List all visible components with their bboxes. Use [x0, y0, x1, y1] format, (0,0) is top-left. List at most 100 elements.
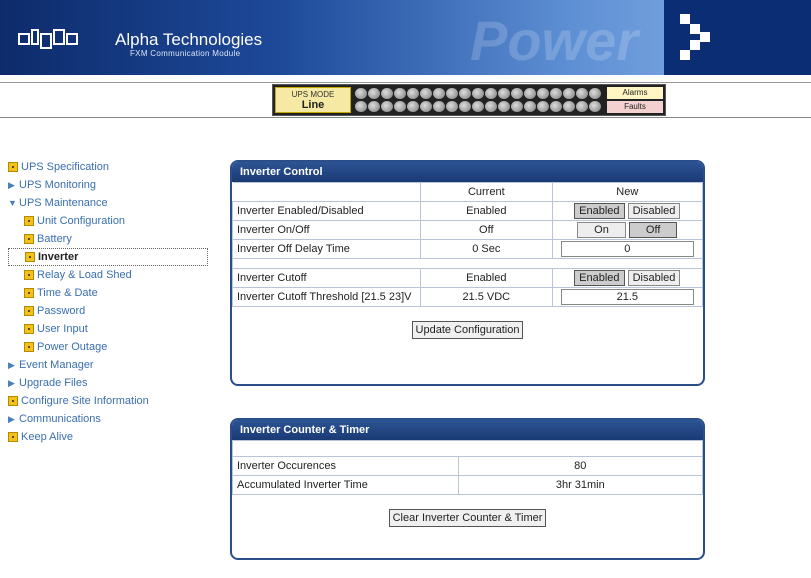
row-label: Inverter Cutoff Threshold [21.5 23]V — [232, 287, 421, 307]
nav-configure-site-information[interactable]: Configure Site Information — [8, 392, 218, 410]
row-value: 3hr 31min — [457, 475, 703, 495]
action-bar: Update Configuration — [232, 307, 703, 353]
row-label: Inverter On/Off — [232, 220, 421, 240]
status-led — [368, 101, 380, 112]
row-value: 80 — [457, 456, 703, 476]
status-led — [524, 101, 536, 112]
disabled-button[interactable]: Disabled — [627, 270, 681, 286]
new-value-cell: 21.5 — [551, 287, 703, 307]
status-led — [537, 101, 549, 112]
expand-arrow-icon: ▶ — [8, 413, 15, 424]
disabled-button[interactable]: Disabled — [627, 203, 681, 219]
inverter-control-table: Current New Inverter Enabled/Disabled En… — [232, 182, 703, 307]
current-value: Off — [420, 220, 553, 240]
status-led — [420, 101, 432, 112]
status-led — [394, 101, 406, 112]
document-icon — [24, 324, 34, 334]
clear-inverter-counter-button[interactable]: Clear Inverter Counter & Timer — [388, 509, 547, 527]
status-led — [485, 101, 497, 112]
status-led — [459, 101, 471, 112]
col-new-header: New — [551, 182, 703, 202]
status-led — [446, 101, 458, 112]
status-led — [576, 88, 588, 99]
document-icon — [24, 342, 34, 352]
nav-upgrade-files[interactable]: ▶ Upgrade Files — [8, 374, 218, 392]
expand-arrow-icon: ▶ — [8, 377, 15, 388]
enabled-button[interactable]: Enabled — [574, 270, 625, 286]
inverter-control-title: Inverter Control — [232, 162, 703, 182]
brand-name: Alpha Technologies — [115, 30, 263, 49]
ups-mode-indicator: UPS MODE Line — [275, 87, 351, 113]
update-configuration-button[interactable]: Update Configuration — [411, 321, 524, 339]
nav-power-outage[interactable]: Power Outage — [8, 338, 218, 356]
nav-ups-maintenance[interactable]: ▼ UPS Maintenance — [8, 194, 218, 212]
nav-communications[interactable]: ▶ Communications — [8, 410, 218, 428]
status-led — [550, 88, 562, 99]
cutoff-toggle: Enabled Disabled — [551, 268, 703, 288]
header-rule — [0, 75, 811, 83]
nav-ups-monitoring[interactable]: ▶ UPS Monitoring — [8, 176, 218, 194]
status-led — [355, 101, 367, 112]
table-row: Inverter Cutoff Threshold [21.5 23]V 21.… — [232, 287, 703, 307]
status-led — [355, 88, 367, 99]
status-led — [407, 101, 419, 112]
status-led — [459, 88, 471, 99]
led-row — [355, 100, 605, 113]
status-led — [420, 88, 432, 99]
collapse-arrow-icon: ▼ — [8, 198, 17, 208]
header-banner: Alpha Technologies FXM Communication Mod… — [0, 0, 811, 75]
nav-keep-alive[interactable]: Keep Alive — [8, 428, 218, 446]
nav-time-date[interactable]: Time & Date — [8, 284, 218, 302]
nav-unit-configuration[interactable]: Unit Configuration — [8, 212, 218, 230]
divider — [0, 117, 811, 118]
table-row: Inverter Off Delay Time 0 Sec 0 — [232, 239, 703, 259]
status-led — [589, 101, 601, 112]
document-icon — [25, 252, 35, 262]
col-current-header: Current — [420, 182, 553, 202]
off-button[interactable]: Off — [628, 222, 678, 238]
chevron-logo — [664, 0, 811, 75]
inverter-counter-title: Inverter Counter & Timer — [232, 420, 703, 440]
status-led-grid — [355, 87, 605, 113]
nav-password[interactable]: Password — [8, 302, 218, 320]
new-value-cell: 0 — [551, 239, 703, 259]
enabled-button[interactable]: Enabled — [574, 203, 625, 219]
status-led — [563, 101, 575, 112]
header-cell-empty — [232, 182, 421, 202]
nav-ups-specification[interactable]: UPS Specification — [8, 158, 218, 176]
document-icon — [8, 162, 18, 172]
status-led — [563, 88, 575, 99]
nav-battery[interactable]: Battery — [8, 230, 218, 248]
status-led — [524, 88, 536, 99]
nav-inverter[interactable]: Inverter — [8, 248, 208, 266]
document-icon — [8, 396, 18, 406]
row-label: Accumulated Inverter Time — [232, 475, 459, 495]
document-icon — [8, 432, 18, 442]
nav-user-input[interactable]: User Input — [8, 320, 218, 338]
current-value: Enabled — [420, 201, 553, 221]
brand-subtitle: FXM Communication Module — [130, 49, 241, 58]
power-watermark: Power — [470, 9, 639, 72]
row-label: Inverter Enabled/Disabled — [232, 201, 421, 221]
status-led — [537, 88, 549, 99]
status-led — [472, 88, 484, 99]
status-led — [511, 88, 523, 99]
nav-event-manager[interactable]: ▶ Event Manager — [8, 356, 218, 374]
table-row: Inverter Occurences 80 — [232, 456, 703, 476]
status-led — [407, 88, 419, 99]
alarms-indicator: Alarms — [607, 87, 663, 99]
status-led — [394, 88, 406, 99]
alpha-logo — [18, 28, 94, 50]
document-icon — [24, 288, 34, 298]
status-led — [589, 88, 601, 99]
on-button[interactable]: On — [577, 222, 626, 238]
status-led — [381, 88, 393, 99]
cutoff-threshold-input[interactable]: 21.5 — [560, 289, 694, 305]
off-delay-input[interactable]: 0 — [560, 241, 694, 257]
status-led — [368, 88, 380, 99]
table-row: Inverter On/Off Off On Off — [232, 220, 703, 240]
spacer-row — [232, 440, 703, 457]
faults-indicator: Faults — [607, 101, 663, 113]
nav-relay-load-shed[interactable]: Relay & Load Shed — [8, 266, 218, 284]
status-led — [550, 101, 562, 112]
